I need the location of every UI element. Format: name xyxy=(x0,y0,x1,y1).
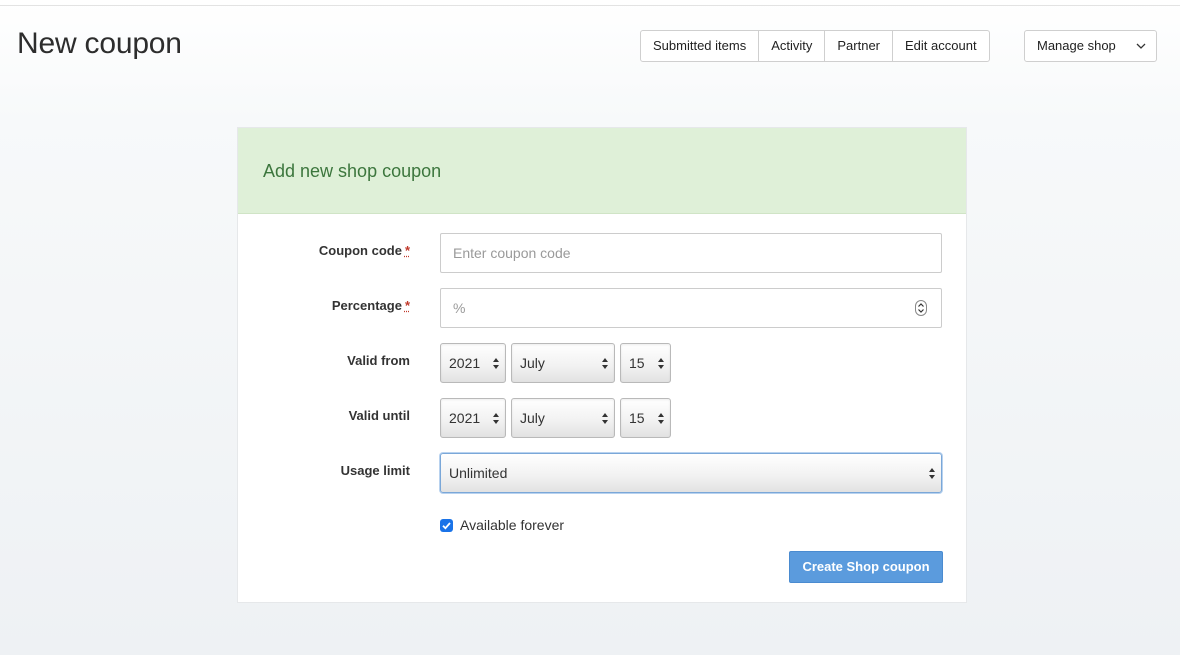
valid-until-day-select[interactable]: 15 xyxy=(620,398,671,438)
nav-activity-button[interactable]: Activity xyxy=(759,31,826,61)
valid-from-day-value: 15 xyxy=(629,355,645,371)
valid-from-label: Valid from xyxy=(347,353,410,368)
select-arrows-icon xyxy=(602,358,608,369)
select-arrows-icon xyxy=(602,413,608,424)
valid-until-month-select[interactable]: July xyxy=(511,398,615,438)
coupon-code-input[interactable] xyxy=(440,233,942,273)
number-stepper-icon[interactable] xyxy=(915,300,927,316)
valid-from-month-select[interactable]: July xyxy=(511,343,615,383)
page-title: New coupon xyxy=(17,27,182,60)
usage-limit-label: Usage limit xyxy=(340,463,410,478)
create-shop-coupon-button[interactable]: Create Shop coupon xyxy=(789,551,943,583)
percentage-label: Percentage * xyxy=(238,298,410,313)
top-divider xyxy=(0,5,1180,6)
manage-shop-dropdown[interactable]: Manage shop xyxy=(1024,30,1157,62)
chevron-down-icon xyxy=(1136,43,1146,49)
select-arrows-icon xyxy=(658,413,664,424)
manage-shop-label: Manage shop xyxy=(1037,38,1116,53)
valid-until-year-value: 2021 xyxy=(449,410,481,426)
valid-until-year-select[interactable]: 2021 xyxy=(440,398,506,438)
nav-partner-button[interactable]: Partner xyxy=(825,31,894,61)
select-arrows-icon xyxy=(929,468,935,479)
available-forever-label: Available forever xyxy=(460,517,565,533)
valid-until-month-value: July xyxy=(520,410,545,426)
checkmark-icon xyxy=(442,521,451,530)
coupon-code-label-text: Coupon code xyxy=(318,243,402,258)
select-arrows-icon xyxy=(493,358,499,369)
account-nav: Submitted items Activity Partner Edit ac… xyxy=(640,30,990,62)
required-mark: * xyxy=(404,243,410,258)
available-forever-row: Available forever xyxy=(440,517,564,533)
usage-limit-value: Unlimited xyxy=(449,465,508,481)
valid-until-label: Valid until xyxy=(348,408,410,423)
coupon-code-label: Coupon code * xyxy=(238,243,410,258)
percentage-label-text: Percentage xyxy=(331,298,402,313)
valid-from-year-value: 2021 xyxy=(449,355,481,371)
required-mark: * xyxy=(404,298,410,313)
valid-from-day-select[interactable]: 15 xyxy=(620,343,671,383)
percentage-input[interactable] xyxy=(440,288,942,328)
valid-from-month-value: July xyxy=(520,355,545,371)
coupon-form-card: Add new shop coupon Coupon code* Percent… xyxy=(237,127,967,603)
available-forever-checkbox[interactable] xyxy=(440,518,453,532)
nav-submitted-items-button[interactable]: Submitted items xyxy=(641,31,760,61)
card-title: Add new shop coupon xyxy=(263,161,442,181)
nav-edit-account-button[interactable]: Edit account xyxy=(893,31,989,61)
select-arrows-icon xyxy=(493,413,499,424)
valid-until-day-value: 15 xyxy=(629,410,645,426)
valid-from-year-select[interactable]: 2021 xyxy=(440,343,506,383)
select-arrows-icon xyxy=(658,358,664,369)
usage-limit-select[interactable]: Unlimited xyxy=(440,453,942,493)
card-header: Add new shop coupon xyxy=(238,128,966,214)
